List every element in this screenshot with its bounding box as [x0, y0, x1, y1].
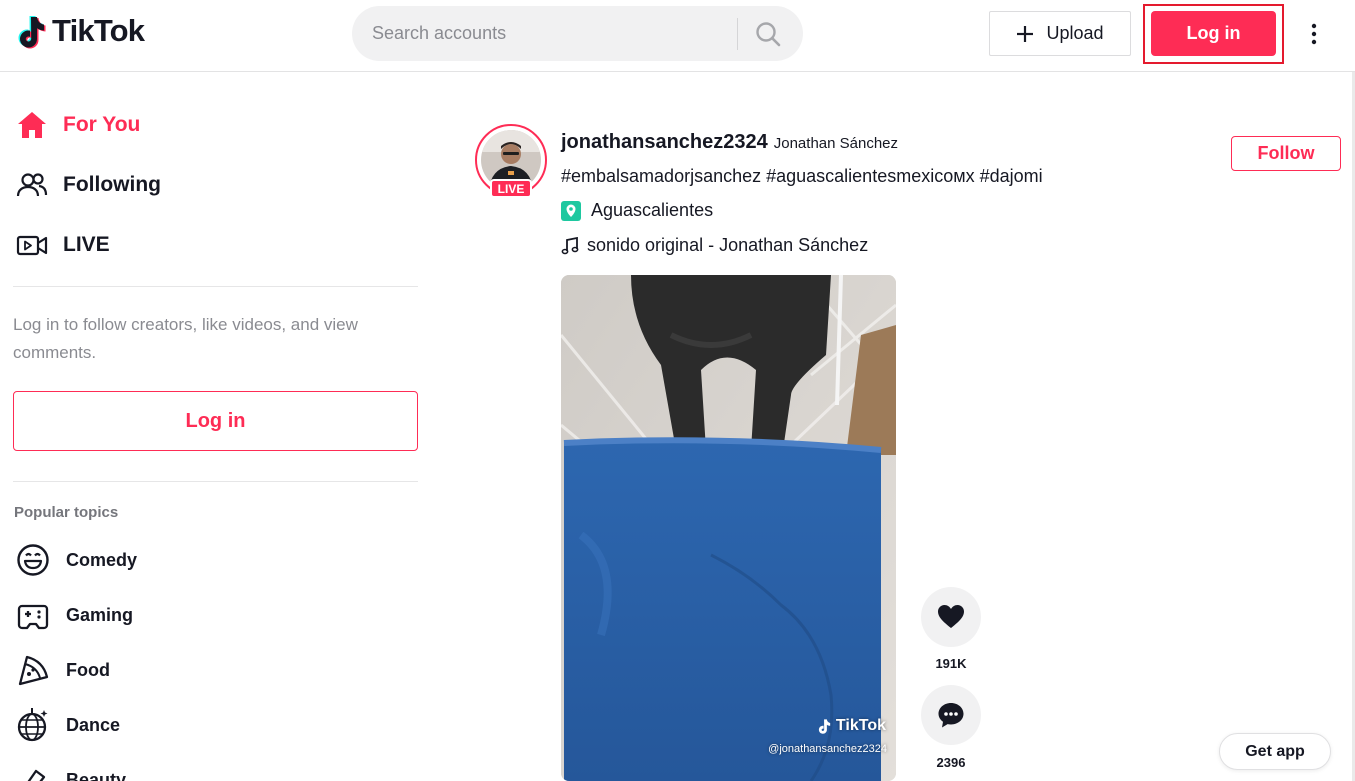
search-bar — [352, 6, 803, 61]
tiktok-logo[interactable]: TikTok — [16, 13, 145, 49]
topic-gaming[interactable]: Gaming — [16, 598, 133, 632]
follow-button[interactable]: Follow — [1231, 136, 1341, 171]
smile-icon — [16, 543, 50, 577]
music-label: sonido original - Jonathan Sánchez — [587, 235, 869, 255]
nav-live[interactable]: LIVE — [16, 229, 110, 261]
video-frame — [561, 275, 896, 781]
tiktok-note-icon — [818, 719, 831, 734]
author-username[interactable]: jonathansanchez2324 — [561, 131, 768, 154]
location-pin-icon — [561, 200, 581, 221]
disco-ball-icon — [16, 708, 50, 742]
topic-food-label: Food — [66, 659, 110, 680]
get-app-button[interactable]: Get app — [1219, 733, 1331, 770]
nav-live-label: LIVE — [63, 233, 110, 256]
search-icon — [756, 22, 781, 47]
topic-beauty[interactable]: Beauty — [16, 763, 126, 781]
vertical-dots-icon — [1311, 23, 1317, 45]
gamepad-icon — [16, 598, 50, 632]
pizza-icon — [16, 653, 50, 687]
music-note-icon — [561, 236, 579, 254]
nav-for-you[interactable]: For You — [16, 109, 140, 141]
topic-dance-label: Dance — [66, 714, 121, 735]
sidebar-login-button[interactable]: Log in — [13, 391, 418, 451]
comment-bubble-icon — [938, 703, 964, 728]
topic-beauty-label: Beauty — [66, 769, 127, 781]
post-location[interactable]: Aguascalientes — [561, 200, 713, 221]
logo-text: TikTok — [52, 13, 145, 48]
heart-icon — [938, 605, 964, 628]
login-prompt-text: Log in to follow creators, like videos, … — [13, 315, 358, 362]
post-music[interactable]: sonido original - Jonathan Sánchez — [561, 235, 868, 256]
header-login-button[interactable]: Log in — [1151, 11, 1276, 56]
home-icon — [16, 109, 48, 141]
tiktok-note-icon — [18, 16, 46, 49]
nav-for-you-label: For You — [63, 113, 141, 136]
like-count: 191K — [935, 656, 967, 671]
video-player[interactable]: TikTok @jonathansanchez2324 — [561, 275, 896, 781]
like-button[interactable] — [921, 587, 981, 647]
popular-topics-title: Popular topics — [14, 504, 119, 521]
comment-button[interactable] — [921, 685, 981, 745]
author-nickname[interactable]: Jonathan Sánchez — [774, 135, 898, 152]
sidebar-divider — [13, 286, 418, 287]
more-menu-button[interactable] — [1302, 20, 1326, 48]
brush-icon — [16, 763, 50, 781]
topic-comedy-label: Comedy — [66, 549, 138, 570]
plus-icon — [1017, 25, 1034, 42]
search-button[interactable] — [744, 14, 792, 54]
video-watermark: TikTok — [817, 717, 886, 735]
upload-button[interactable]: Upload — [989, 11, 1131, 56]
live-camera-icon — [16, 229, 48, 261]
post-caption[interactable]: #embalsamadorjsanchez #aguascalientesmex… — [561, 166, 1043, 187]
live-badge: LIVE — [490, 179, 532, 198]
nav-following[interactable]: Following — [16, 169, 161, 201]
top-header: TikTok Upload Log in — [0, 0, 1355, 72]
people-icon — [16, 169, 48, 201]
search-input[interactable] — [352, 6, 736, 61]
topic-gaming-label: Gaming — [66, 604, 134, 625]
watermark-logo-text: TikTok — [835, 717, 886, 734]
author-line: jonathansanchez2324 Jonathan Sánchez — [561, 131, 898, 154]
search-divider — [737, 18, 738, 50]
upload-label: Upload — [1046, 23, 1104, 43]
location-label: Aguascalientes — [591, 200, 714, 220]
comment-count: 2396 — [936, 755, 966, 770]
watermark-username: @jonathansanchez2324 — [768, 743, 887, 755]
nav-following-label: Following — [63, 173, 161, 196]
topic-food[interactable]: Food — [16, 653, 110, 687]
topic-comedy[interactable]: Comedy — [16, 543, 137, 577]
topic-dance[interactable]: Dance — [16, 708, 120, 742]
sidebar-divider — [13, 481, 418, 482]
